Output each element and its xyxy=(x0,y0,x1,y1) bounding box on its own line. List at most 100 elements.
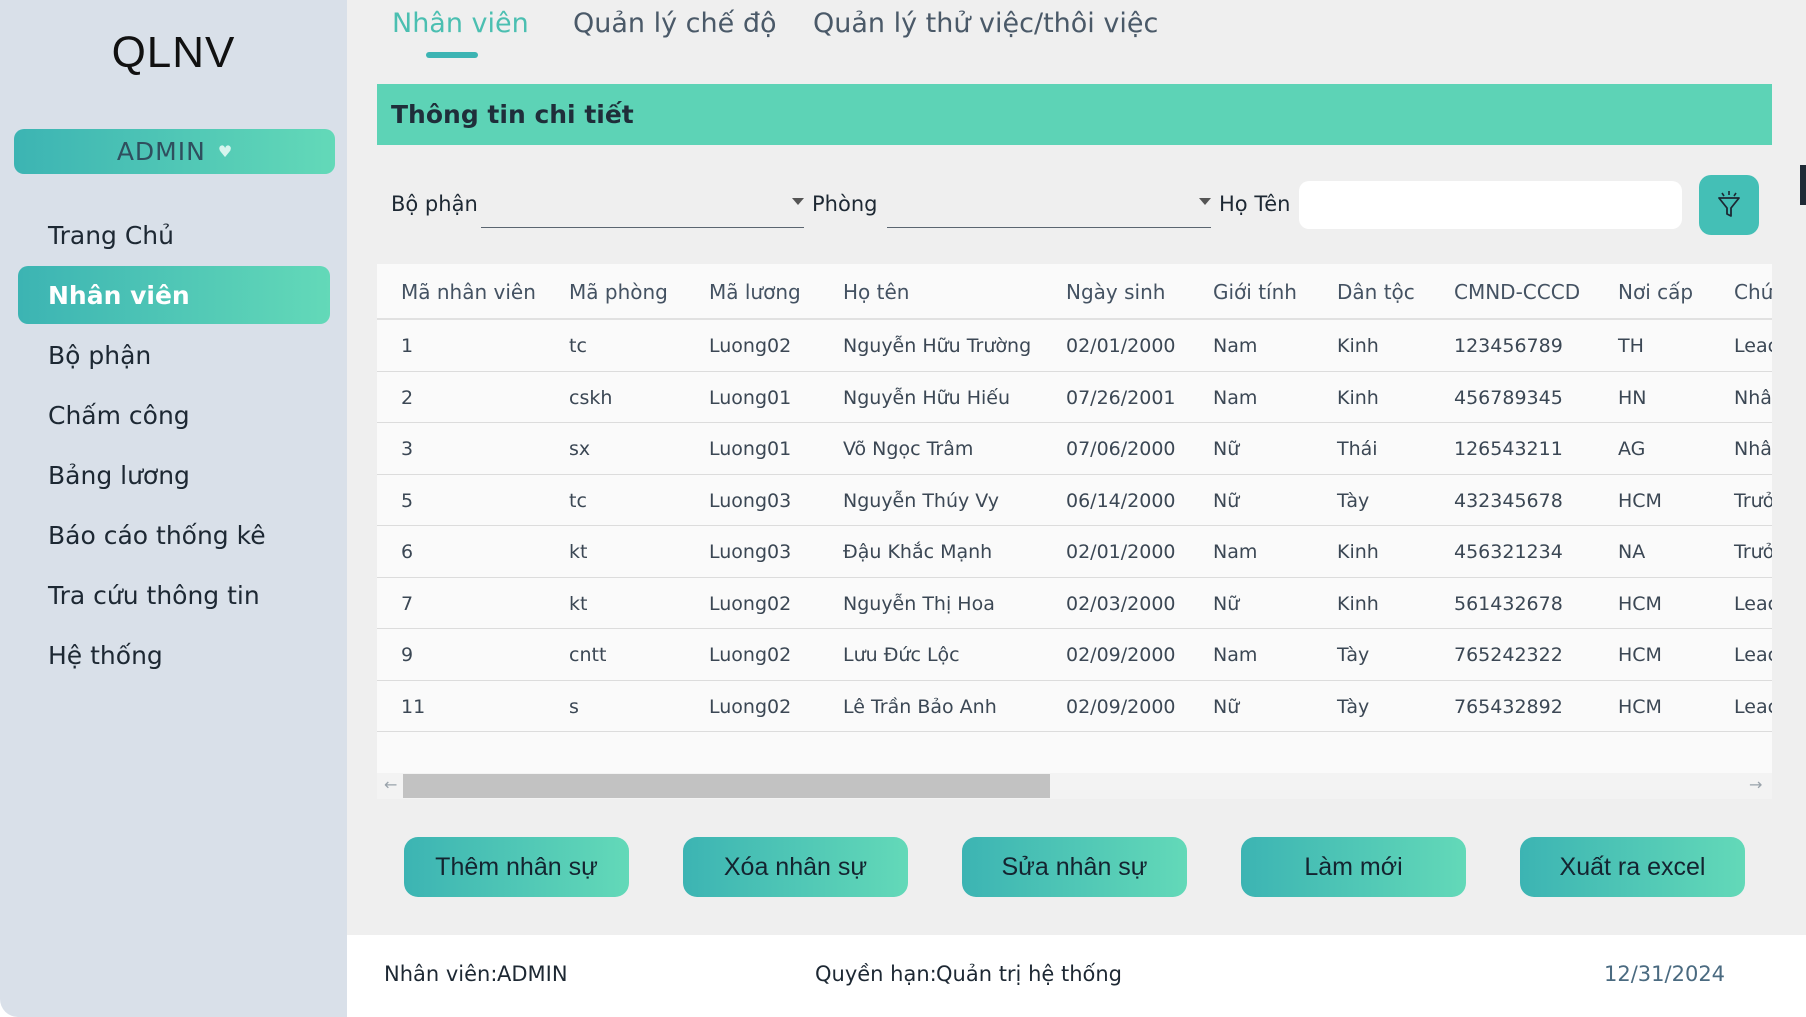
table-cell: Nguyễn Hữu Trường xyxy=(843,335,1032,357)
user-menu-button[interactable]: ADMIN ♥ xyxy=(14,129,335,174)
section-header: Thông tin chi tiết xyxy=(377,84,1772,145)
column-header[interactable]: Mã phòng xyxy=(569,280,668,304)
status-bar: Nhân viên: ADMIN Quyền hạn: Quản trị hệ … xyxy=(347,935,1806,1017)
table-cell: Trưở xyxy=(1734,489,1772,512)
table-cell: Luong01 xyxy=(709,438,792,460)
caret-down-icon xyxy=(792,198,804,205)
table-cell: Luong03 xyxy=(709,489,792,512)
sidebar-item-bang-luong[interactable]: Bảng lương xyxy=(18,446,330,504)
table-row[interactable]: 6 kt Luong03 Đậu Khắc Mạnh 02/01/2000 Nam Kinh… xyxy=(377,526,1772,578)
table-cell: Luong02 xyxy=(709,695,792,718)
horizontal-scrollbar[interactable]: ← → xyxy=(377,773,1772,799)
table-cell: Luong03 xyxy=(709,541,792,563)
delete-employee-button[interactable]: Xóa nhân sự xyxy=(683,837,908,897)
table-cell: Nữ xyxy=(1213,489,1240,512)
table-cell: tc xyxy=(569,335,587,357)
column-header[interactable]: Dân tộc xyxy=(1337,280,1415,304)
table-cell: HCM xyxy=(1618,489,1662,512)
table-header: Mã nhân viên Mã phòng Mã lương Họ tên Ng… xyxy=(377,264,1772,320)
name-search-input[interactable] xyxy=(1299,181,1682,229)
table-cell: Leac xyxy=(1734,335,1772,357)
table-cell: Lê Trần Bảo Anh xyxy=(843,695,997,718)
table-cell: Luong02 xyxy=(709,592,792,615)
table-cell: Trưở xyxy=(1734,541,1772,563)
table-row[interactable]: 1 tc Luong02 Nguyễn Hữu Trường 02/01/2000 Nam… xyxy=(377,320,1772,372)
table-row[interactable]: 5 tc Luong03 Nguyễn Thúy Vy 06/14/2000 Nữ Tày 4… xyxy=(377,475,1772,526)
tab-quan-ly-che-do[interactable]: Quản lý chế độ xyxy=(573,8,776,39)
table-cell: HCM xyxy=(1618,644,1662,666)
column-header[interactable]: Họ tên xyxy=(843,280,909,304)
column-header[interactable]: Nơi cấp xyxy=(1618,280,1693,304)
table-row[interactable]: 7 kt Luong02 Nguyễn Thị Hoa 02/03/2000 Nữ Kinh… xyxy=(377,578,1772,629)
column-header[interactable]: Mã lương xyxy=(709,280,801,304)
chevron-down-icon: ♥ xyxy=(217,142,233,161)
column-header[interactable]: Ngày sinh xyxy=(1066,280,1165,304)
filter-row: Bộ phận Phòng Họ Tên xyxy=(347,170,1806,240)
table-cell: Nam xyxy=(1213,386,1258,409)
scrollbar-thumb[interactable] xyxy=(403,774,1050,798)
app-title: QLNV xyxy=(111,28,236,77)
tab-nhan-vien[interactable]: Nhân viên xyxy=(392,8,529,39)
role-value: Quản trị hệ thống xyxy=(936,962,1123,986)
tab-bar: Nhân viên Quản lý chế độ Quản lý thử việ… xyxy=(347,0,1806,70)
sidebar-item-label: Chấm công xyxy=(48,400,190,430)
column-header[interactable]: Giới tính xyxy=(1213,280,1297,304)
room-label: Phòng xyxy=(812,192,878,216)
add-employee-button[interactable]: Thêm nhân sự xyxy=(404,837,629,897)
arrow-left-icon[interactable]: ← xyxy=(384,775,397,794)
filter-button[interactable] xyxy=(1699,175,1759,235)
table-cell: Leac xyxy=(1734,644,1772,666)
table-cell: 02/03/2000 xyxy=(1066,592,1176,615)
sidebar-nav: Trang Chủ Nhân viên Bộ phận Chấm công Bả… xyxy=(18,206,330,686)
export-excel-button[interactable]: Xuất ra excel xyxy=(1520,837,1745,897)
table-cell: Nguyễn Thúy Vy xyxy=(843,489,1000,512)
table-body: 1 tc Luong02 Nguyễn Hữu Trường 02/01/2000 Nam… xyxy=(377,320,1772,732)
table-cell: Luong02 xyxy=(709,335,792,357)
sidebar-item-nhan-vien[interactable]: Nhân viên xyxy=(18,266,330,324)
table-cell: 02/01/2000 xyxy=(1066,335,1176,357)
table-cell: 432345678 xyxy=(1454,489,1563,512)
table-cell: Đậu Khắc Mạnh xyxy=(843,541,993,563)
sidebar: QLNV ADMIN ♥ Trang Chủ Nhân viên Bộ phận… xyxy=(0,0,347,1017)
table-cell: s xyxy=(569,695,579,718)
sidebar-item-label: Hệ thống xyxy=(48,640,163,670)
sidebar-item-he-thong[interactable]: Hệ thống xyxy=(18,626,330,684)
edit-employee-button[interactable]: Sửa nhân sự xyxy=(962,837,1187,897)
column-header[interactable]: Mã nhân viên xyxy=(401,280,536,304)
sidebar-item-bo-phan[interactable]: Bộ phận xyxy=(18,326,330,384)
table-cell: 02/09/2000 xyxy=(1066,695,1176,718)
table-row[interactable]: 2 cskh Luong01 Nguyễn Hữu Hiếu 07/26/2001 Nam… xyxy=(377,372,1772,423)
department-select[interactable] xyxy=(481,184,804,228)
employee-value: ADMIN xyxy=(497,962,568,986)
sidebar-item-trang-chu[interactable]: Trang Chủ xyxy=(18,206,330,264)
sidebar-item-bao-cao[interactable]: Báo cáo thống kê xyxy=(18,506,330,564)
table-cell: Nữ xyxy=(1213,695,1240,718)
table-cell: 02/01/2000 xyxy=(1066,541,1176,563)
refresh-button[interactable]: Làm mới xyxy=(1241,837,1466,897)
room-select[interactable] xyxy=(887,184,1211,228)
action-bar: Thêm nhân sự Xóa nhân sự Sửa nhân sự Làm… xyxy=(347,837,1806,897)
table-cell: Nam xyxy=(1213,644,1258,666)
employee-table: Mã nhân viên Mã phòng Mã lương Họ tên Ng… xyxy=(377,264,1772,799)
table-cell: Lưu Đức Lộc xyxy=(843,644,960,666)
sidebar-item-tra-cuu[interactable]: Tra cứu thông tin xyxy=(18,566,330,624)
table-cell: Nhâ xyxy=(1734,438,1772,460)
main-panel: Nhân viên Quản lý chế độ Quản lý thử việ… xyxy=(347,0,1806,935)
table-cell: 7 xyxy=(401,592,414,615)
table-cell: NA xyxy=(1618,541,1646,563)
table-cell: Nữ xyxy=(1213,438,1240,460)
table-row[interactable]: 11 s Luong02 Lê Trần Bảo Anh 02/09/2000 Nữ Tày… xyxy=(377,681,1772,732)
sidebar-item-label: Bảng lương xyxy=(48,460,190,490)
column-header[interactable]: Chứ xyxy=(1734,280,1772,304)
arrow-right-icon[interactable]: → xyxy=(1749,775,1762,794)
sidebar-item-cham-cong[interactable]: Chấm công xyxy=(18,386,330,444)
table-cell: cntt xyxy=(569,644,607,666)
table-cell: Tày xyxy=(1337,489,1370,512)
table-row[interactable]: 9 cntt Luong02 Lưu Đức Lộc 02/09/2000 Nam Tày 7… xyxy=(377,629,1772,681)
table-cell: Luong02 xyxy=(709,644,792,666)
column-header[interactable]: CMND-CCCD xyxy=(1454,280,1580,304)
tab-thu-viec-thoi-viec[interactable]: Quản lý thử việc/thôi việc xyxy=(813,8,1158,39)
role-label: Quyền hạn: xyxy=(815,962,937,986)
table-row[interactable]: 3 sx Luong01 Võ Ngọc Trâm 07/06/2000 Nữ Thái 12… xyxy=(377,423,1772,475)
sidebar-item-label: Bộ phận xyxy=(48,340,152,370)
